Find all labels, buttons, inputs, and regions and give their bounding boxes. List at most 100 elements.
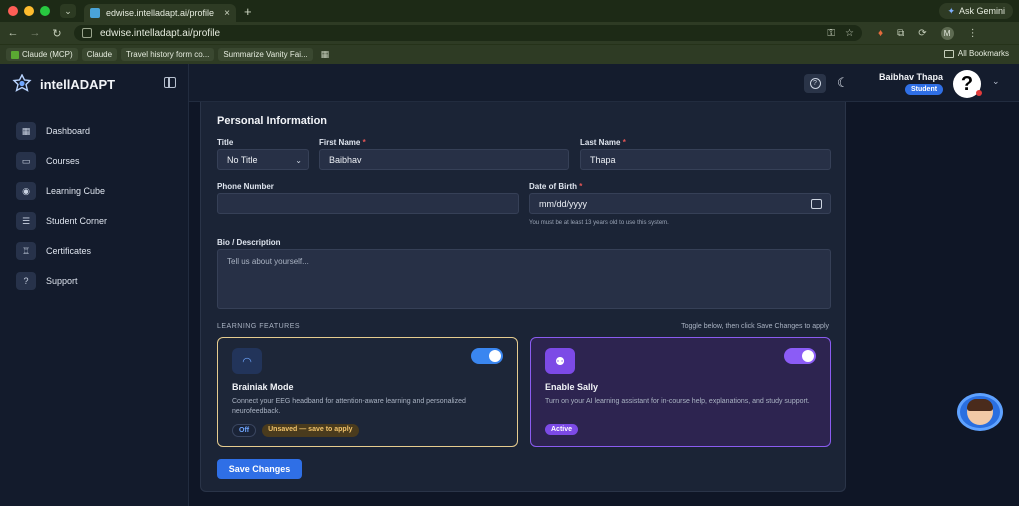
profile-avatar-icon[interactable]: M	[940, 26, 954, 40]
apps-grid-icon[interactable]: ▦	[321, 49, 330, 60]
minimize-window-button[interactable]	[24, 6, 34, 16]
brand-name: intellADAPT	[40, 76, 116, 92]
sidebar-item-label: Learning Cube	[46, 186, 106, 196]
first-name-field[interactable]: Baibhav	[319, 149, 569, 170]
browser-toolbar: ← → ↻ edwise.intelladapt.ai/profile ⚿ ☆ …	[0, 22, 1019, 44]
chevron-down-icon[interactable]: ⌄	[992, 76, 1000, 87]
sidebar-item-student-corner[interactable]: ☰ Student Corner	[16, 206, 107, 236]
chevron-down-icon: ⌄	[295, 156, 302, 165]
browser-menu-icon[interactable]: ⋮	[968, 28, 978, 39]
status-dot	[976, 90, 982, 96]
bookmark-label: Claude (MCP)	[22, 50, 73, 59]
dob-label: Date of Birth *	[529, 182, 583, 191]
brainiak-badges: Off Unsaved — save to apply	[232, 424, 359, 437]
sally-description: Turn on your AI learning assistant for i…	[545, 398, 810, 405]
window-controls	[8, 6, 50, 16]
dob-placeholder: mm/dd/yyyy	[539, 198, 588, 209]
new-tab-button[interactable]: +	[244, 4, 252, 19]
all-bookmarks-label: All Bookmarks	[957, 49, 1009, 58]
last-name-field[interactable]: Thapa	[580, 149, 831, 170]
brainiak-toggle[interactable]	[471, 348, 503, 364]
title-label: Title	[217, 138, 234, 147]
brainiak-title: Brainiak Mode	[232, 382, 294, 392]
help-button[interactable]: ?	[804, 74, 826, 93]
all-bookmarks-button[interactable]: All Bookmarks	[943, 49, 1009, 58]
site-info-icon[interactable]	[82, 28, 92, 38]
certificates-icon: ♖	[16, 242, 36, 260]
bio-placeholder: Tell us about yourself...	[227, 257, 309, 266]
enable-sally-card[interactable]: ⚉ Enable Sally Turn on your AI learning …	[530, 337, 831, 447]
sidebar-item-certificates[interactable]: ♖ Certificates	[16, 236, 107, 266]
address-bar[interactable]: edwise.intelladapt.ai/profile ⚿ ☆	[74, 25, 862, 41]
site-favicon-icon	[90, 8, 100, 18]
user-name: Baibhav Thapa	[879, 72, 944, 82]
dob-field[interactable]: mm/dd/yyyy	[529, 193, 831, 214]
gemini-star-icon: ✦	[947, 5, 955, 16]
assistant-avatar-icon	[967, 399, 993, 425]
tab-search-button[interactable]: ⌄	[60, 4, 76, 18]
bookmark-item[interactable]: Summarize Vanity Fai...	[218, 48, 313, 61]
dashboard-icon: ▦	[16, 122, 36, 140]
bookmark-item[interactable]: Claude (MCP)	[6, 48, 78, 61]
forward-arrow-icon[interactable]: →	[26, 27, 44, 39]
status-badge: Active	[545, 424, 579, 435]
sidebar-item-dashboard[interactable]: ▦ Dashboard	[16, 116, 107, 146]
student-corner-icon: ☰	[16, 212, 36, 230]
title-select[interactable]: No Title ⌄	[217, 149, 309, 170]
robot-icon: ⚉	[545, 348, 575, 374]
sidebar-item-label: Dashboard	[46, 126, 91, 136]
bookmark-item[interactable]: Travel history form co...	[121, 48, 215, 61]
intelladapt-logo-icon	[12, 74, 32, 92]
ask-gemini-label: Ask Gemini	[958, 6, 1005, 16]
bookmark-label: Travel history form co...	[126, 50, 210, 59]
ai-assistant-launcher[interactable]	[957, 393, 1003, 431]
sidebar-nav: ▦ Dashboard ▭ Courses ◉ Learning Cube ☰ …	[16, 116, 107, 296]
bookmarks-bar: Claude (MCP) Claude Travel history form …	[0, 44, 1019, 64]
app-header: ? ☾ Baibhav Thapa Student ? ⌄	[189, 64, 1019, 102]
bookmark-check-icon	[11, 50, 19, 59]
password-key-icon[interactable]: ⚿	[827, 28, 835, 39]
sidebar-item-label: Certificates	[46, 246, 92, 256]
first-name-label: First Name *	[319, 138, 366, 147]
sidebar-item-support[interactable]: ? Support	[16, 266, 107, 296]
last-name-label: Last Name *	[580, 138, 626, 147]
phone-field[interactable]	[217, 193, 519, 214]
browser-tab[interactable]: edwise.intelladapt.ai/profile ×	[84, 4, 236, 22]
ask-gemini-button[interactable]: ✦ Ask Gemini	[939, 3, 1013, 19]
sally-title: Enable Sally	[545, 382, 599, 392]
sidebar-item-courses[interactable]: ▭ Courses	[16, 146, 107, 176]
save-changes-button[interactable]: Save Changes	[217, 459, 302, 479]
status-badge: Off	[232, 424, 257, 437]
bio-textarea[interactable]: Tell us about yourself...	[217, 249, 831, 309]
dob-hint: You must be at least 13 years old to use…	[529, 220, 669, 226]
extensions-area: ♦ ⧉ ⟳ M ⋮	[878, 26, 978, 40]
sidebar-item-learning-cube[interactable]: ◉ Learning Cube	[16, 176, 107, 206]
profile-card: Personal Information Title No Title ⌄ Fi…	[200, 102, 846, 492]
url-text[interactable]: edwise.intelladapt.ai/profile	[100, 28, 817, 39]
sidebar-toggle-icon[interactable]	[164, 77, 176, 88]
dark-mode-moon-icon[interactable]: ☾	[837, 75, 849, 91]
bookmark-label: Claude	[86, 50, 113, 59]
learning-features-heading: LEARNING FEATURES	[217, 323, 301, 330]
bookmark-item[interactable]: Claude	[81, 48, 118, 61]
calendar-icon[interactable]	[811, 199, 822, 209]
brainiak-mode-card[interactable]: ◠ Brainiak Mode Connect your EEG headban…	[217, 337, 518, 447]
bookmark-star-icon[interactable]: ☆	[845, 28, 854, 39]
extensions-puzzle-icon[interactable]: ⧉	[897, 28, 904, 39]
reload-icon[interactable]: ↻	[48, 27, 66, 40]
headset-icon: ◠	[232, 348, 262, 374]
last-name-value: Thapa	[590, 154, 616, 165]
close-window-button[interactable]	[8, 6, 18, 16]
help-icon: ?	[809, 78, 821, 89]
sync-icon[interactable]: ⟳	[918, 28, 926, 39]
tab-title: edwise.intelladapt.ai/profile	[106, 8, 215, 18]
sally-badges: Active	[545, 424, 579, 435]
extension-icon[interactable]: ♦	[878, 28, 883, 39]
unsaved-badge: Unsaved — save to apply	[262, 424, 359, 437]
maximize-window-button[interactable]	[40, 6, 50, 16]
brand[interactable]: intellADAPT	[12, 74, 115, 94]
sally-toggle[interactable]	[784, 348, 816, 364]
tab-close-icon[interactable]: ×	[224, 8, 230, 19]
back-arrow-icon[interactable]: ←	[4, 27, 22, 39]
first-name-value: Baibhav	[329, 154, 362, 165]
